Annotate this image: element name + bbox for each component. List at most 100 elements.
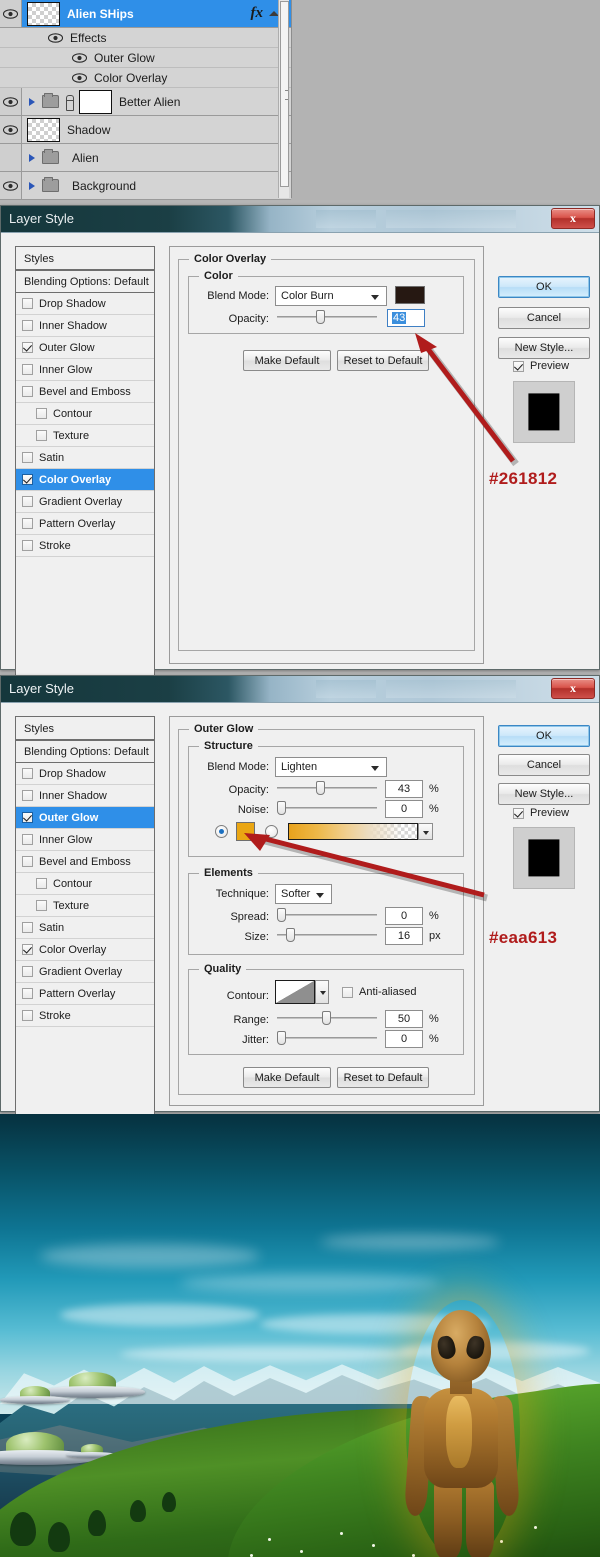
glow-solid-color-radio[interactable]	[215, 825, 228, 838]
checkbox-icon[interactable]	[342, 986, 353, 998]
checkbox-icon[interactable]	[22, 540, 33, 551]
gradient-picker-caret[interactable]	[418, 823, 433, 840]
style-item-contour[interactable]: Contour	[16, 873, 154, 895]
checkbox-icon[interactable]	[22, 812, 33, 823]
slider-knob[interactable]	[277, 801, 286, 815]
spread-slider[interactable]	[277, 908, 377, 922]
new-style-button[interactable]: New Style...	[498, 337, 590, 359]
color-swatch[interactable]	[395, 286, 425, 304]
style-item-blending-options[interactable]: Blending Options: Default	[16, 271, 154, 293]
layer-thumbnail[interactable]	[27, 1, 60, 26]
glow-color-swatch[interactable]	[236, 822, 255, 841]
slider-knob[interactable]	[322, 1011, 331, 1025]
layer-thumbnail[interactable]	[27, 117, 60, 142]
close-icon[interactable]: x	[551, 678, 595, 699]
layer-row-alien[interactable]: Alien	[0, 144, 291, 172]
preview-checkbox-row[interactable]: Preview	[513, 807, 569, 819]
checkbox-icon[interactable]	[22, 342, 33, 353]
checkbox-icon[interactable]	[22, 496, 33, 507]
make-default-button[interactable]: Make Default	[243, 1067, 331, 1088]
style-item-color-overlay[interactable]: Color Overlay	[16, 939, 154, 961]
eye-icon[interactable]	[72, 52, 87, 63]
cancel-button[interactable]: Cancel	[498, 307, 590, 329]
spread-input[interactable]: 0	[385, 907, 423, 925]
style-item-texture[interactable]: Texture	[16, 895, 154, 917]
range-slider[interactable]	[277, 1011, 377, 1025]
group-expand-toggle[interactable]	[22, 97, 42, 106]
checkbox-icon[interactable]	[36, 900, 47, 911]
glow-gradient-strip[interactable]	[288, 823, 418, 840]
blend-mode-select[interactable]: Color Burn	[275, 286, 387, 306]
style-item-contour[interactable]: Contour	[16, 403, 154, 425]
opacity-input[interactable]: 43	[385, 780, 423, 798]
style-item-gradient-overlay[interactable]: Gradient Overlay	[16, 491, 154, 513]
style-item-stroke[interactable]: Stroke	[16, 535, 154, 557]
anti-aliased-checkbox-row[interactable]: Anti-aliased	[342, 986, 416, 998]
layer-row-background[interactable]: Background	[0, 172, 291, 200]
reset-to-default-button[interactable]: Reset to Default	[337, 1067, 429, 1088]
ok-button[interactable]: OK	[498, 276, 590, 298]
contour-picker-caret[interactable]	[315, 980, 329, 1004]
mask-link-icon[interactable]	[64, 94, 74, 111]
checkbox-icon[interactable]	[22, 834, 33, 845]
slider-knob[interactable]	[277, 1031, 286, 1045]
opacity-input[interactable]: 43	[387, 309, 425, 327]
checkbox-icon[interactable]	[36, 430, 47, 441]
layer-row-better-alien[interactable]: Better Alien	[0, 88, 291, 116]
checkbox-icon[interactable]	[22, 1010, 33, 1021]
layer-visibility-toggle[interactable]	[0, 144, 22, 171]
checkbox-icon[interactable]	[22, 386, 33, 397]
checkbox-icon[interactable]	[22, 966, 33, 977]
style-item-inner-glow[interactable]: Inner Glow	[16, 829, 154, 851]
ok-button[interactable]: OK	[498, 725, 590, 747]
checkbox-icon[interactable]	[22, 452, 33, 463]
checkbox-icon[interactable]	[36, 878, 47, 889]
checkbox-icon[interactable]	[22, 988, 33, 999]
checkbox-icon[interactable]	[22, 856, 33, 867]
style-item-drop-shadow[interactable]: Drop Shadow	[16, 293, 154, 315]
checkbox-icon[interactable]	[22, 320, 33, 331]
style-item-inner-glow[interactable]: Inner Glow	[16, 359, 154, 381]
checkbox-icon[interactable]	[22, 790, 33, 801]
checkbox-icon[interactable]	[22, 364, 33, 375]
make-default-button[interactable]: Make Default	[243, 350, 331, 371]
style-item-pattern-overlay[interactable]: Pattern Overlay	[16, 513, 154, 535]
layer-row-shadow[interactable]: Shadow	[0, 116, 291, 144]
group-mask-thumbnail[interactable]	[79, 89, 112, 114]
layer-row-color-overlay[interactable]: Color Overlay	[0, 68, 291, 88]
slider-knob[interactable]	[286, 928, 295, 942]
checkbox-icon[interactable]	[513, 360, 524, 372]
dialog-titlebar[interactable]: Layer Style x	[1, 676, 599, 703]
eye-icon[interactable]	[72, 72, 87, 83]
style-item-bevel-and-emboss[interactable]: Bevel and Emboss	[16, 381, 154, 403]
eye-icon[interactable]	[48, 32, 63, 43]
reset-to-default-button[interactable]: Reset to Default	[337, 350, 429, 371]
checkbox-icon[interactable]	[22, 518, 33, 529]
checkbox-icon[interactable]	[22, 944, 33, 955]
group-expand-toggle[interactable]	[22, 153, 42, 162]
style-item-texture[interactable]: Texture	[16, 425, 154, 447]
style-item-color-overlay[interactable]: Color Overlay	[16, 469, 154, 491]
checkbox-icon[interactable]	[36, 408, 47, 419]
slider-knob[interactable]	[316, 310, 325, 324]
range-input[interactable]: 50	[385, 1010, 423, 1028]
checkbox-icon[interactable]	[22, 474, 33, 485]
fx-icon[interactable]: fx	[251, 5, 264, 22]
scrollbar-thumb[interactable]	[280, 1, 289, 187]
style-item-satin[interactable]: Satin	[16, 447, 154, 469]
slider-knob[interactable]	[277, 908, 286, 922]
style-item-inner-shadow[interactable]: Inner Shadow	[16, 315, 154, 337]
close-icon[interactable]: x	[551, 208, 595, 229]
layer-visibility-toggle[interactable]	[0, 88, 22, 115]
style-item-pattern-overlay[interactable]: Pattern Overlay	[16, 983, 154, 1005]
style-item-outer-glow[interactable]: Outer Glow	[16, 337, 154, 359]
jitter-input[interactable]: 0	[385, 1030, 423, 1048]
style-item-bevel-and-emboss[interactable]: Bevel and Emboss	[16, 851, 154, 873]
cancel-button[interactable]: Cancel	[498, 754, 590, 776]
layer-visibility-toggle[interactable]	[0, 116, 22, 143]
glow-gradient-radio[interactable]	[265, 825, 278, 838]
style-item-stroke[interactable]: Stroke	[16, 1005, 154, 1027]
opacity-slider[interactable]	[277, 781, 377, 795]
style-item-outer-glow[interactable]: Outer Glow	[16, 807, 154, 829]
style-item-drop-shadow[interactable]: Drop Shadow	[16, 763, 154, 785]
